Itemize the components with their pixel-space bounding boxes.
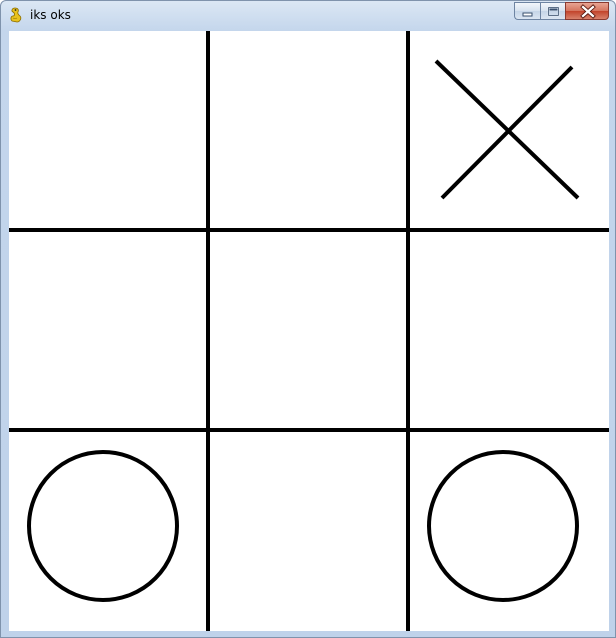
caption-buttons bbox=[514, 2, 609, 21]
maximize-button[interactable] bbox=[540, 2, 565, 20]
game-canvas[interactable] bbox=[9, 31, 609, 631]
title-bar[interactable]: iks oks bbox=[1, 1, 615, 30]
close-button[interactable] bbox=[565, 2, 609, 20]
board-cell[interactable] bbox=[409, 231, 609, 431]
board-cell[interactable] bbox=[9, 231, 209, 431]
window-title: iks oks bbox=[30, 8, 71, 22]
pygame-snake-icon bbox=[8, 7, 24, 23]
board-cell[interactable] bbox=[9, 31, 209, 231]
tic-tac-toe-board[interactable] bbox=[9, 31, 609, 631]
app-window: iks oks bbox=[0, 0, 616, 638]
minimize-icon bbox=[522, 12, 533, 17]
board-cell[interactable] bbox=[209, 231, 409, 431]
close-icon bbox=[580, 4, 596, 19]
minimize-button[interactable] bbox=[514, 2, 540, 20]
maximize-icon bbox=[547, 6, 560, 17]
board-cell[interactable] bbox=[209, 431, 409, 631]
board-cell[interactable] bbox=[209, 31, 409, 231]
